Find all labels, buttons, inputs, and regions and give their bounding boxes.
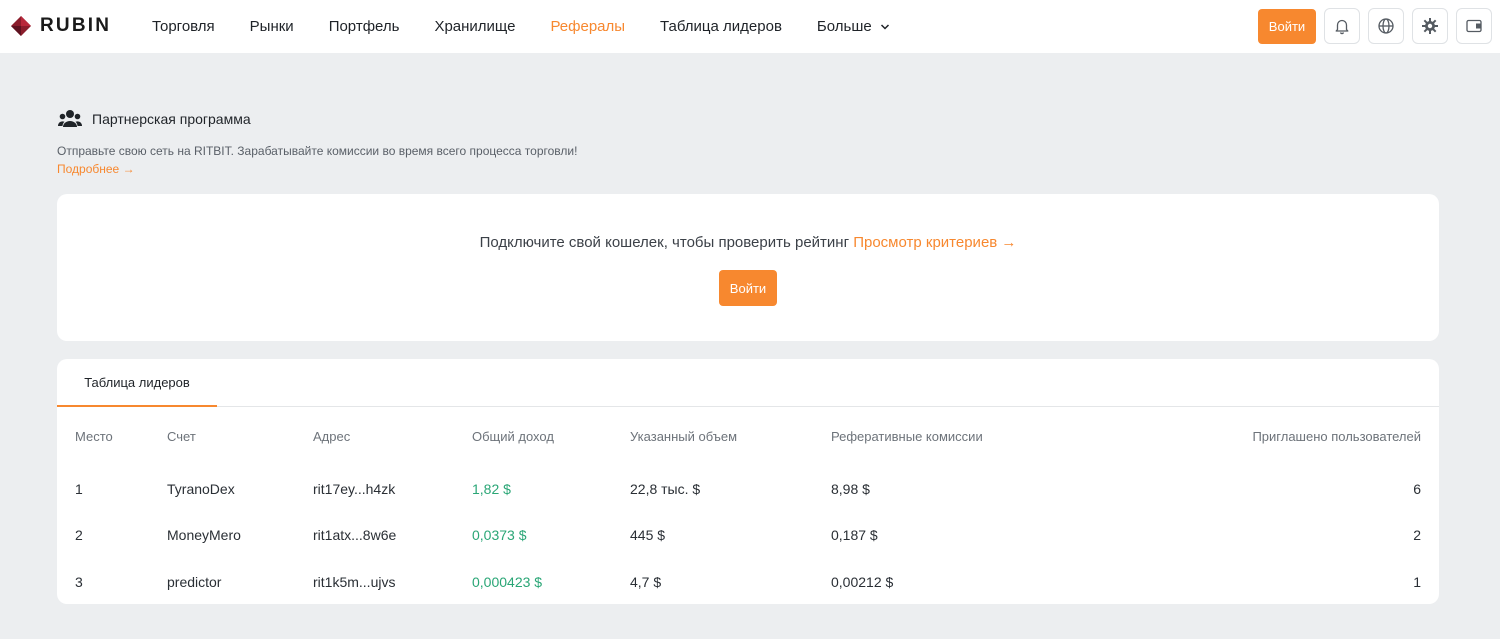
- nav-item-vault[interactable]: Хранилище: [434, 18, 515, 35]
- column-header-rank: Место: [75, 429, 113, 444]
- nav-item-more[interactable]: Больше: [817, 18, 890, 35]
- row-commissions: 0,187 $: [831, 527, 878, 543]
- users-group-icon: [58, 110, 82, 127]
- connect-wallet-message: Подключите свой кошелек, чтобы проверить…: [479, 234, 850, 251]
- row-income: 0,000423 $: [472, 574, 543, 590]
- row-rank: 3: [75, 574, 83, 590]
- connect-wallet-card: Подключите свой кошелек, чтобы проверить…: [57, 194, 1439, 341]
- row-address: rit17ey...h4zk: [313, 481, 396, 497]
- language-button[interactable]: [1368, 8, 1404, 44]
- connect-wallet-message-row: Подключите свой кошелек, чтобы проверить…: [57, 234, 1439, 251]
- view-criteria-link[interactable]: Просмотр критериев →: [853, 234, 1016, 251]
- row-invited: 6: [1413, 481, 1421, 497]
- nav-item-portfolio[interactable]: Портфель: [329, 18, 400, 35]
- wallet-icon: [1466, 19, 1482, 33]
- row-account: MoneyMero: [167, 527, 241, 543]
- row-address: rit1atx...8w6e: [313, 527, 397, 543]
- row-volume: 22,8 тыс. $: [630, 481, 701, 497]
- leaderboard-tabs: Таблица лидеров: [57, 359, 1439, 407]
- row-account: predictor: [167, 574, 222, 590]
- notifications-button[interactable]: [1324, 8, 1360, 44]
- column-header-total-income: Общий доход: [472, 429, 554, 444]
- tab-leaderboard[interactable]: Таблица лидеров: [57, 359, 217, 407]
- main-nav: Торговля Рынки Портфель Хранилище Рефера…: [152, 0, 925, 53]
- brand-name: RUBIN: [40, 15, 112, 36]
- row-address: rit1k5m...ujvs: [313, 574, 396, 590]
- leaderboard-card: Таблица лидеров Место Счет Адрес Общий д…: [57, 359, 1439, 604]
- nav-item-markets[interactable]: Рынки: [250, 18, 294, 35]
- column-header-volume: Указанный объем: [630, 429, 738, 444]
- row-rank: 2: [75, 527, 83, 543]
- learn-more-link[interactable]: Подробнее →: [57, 162, 135, 176]
- column-header-address: Адрес: [313, 429, 351, 444]
- nav-item-referrals[interactable]: Рефералы: [550, 18, 625, 35]
- row-commissions: 0,00212 $: [831, 574, 894, 590]
- row-invited: 1: [1413, 574, 1421, 590]
- row-volume: 4,7 $: [630, 574, 662, 590]
- row-commissions: 8,98 $: [831, 481, 870, 497]
- column-header-account: Счет: [167, 429, 196, 444]
- row-account: TyranoDex: [167, 481, 235, 497]
- affiliate-program-header: Партнерская программа: [58, 108, 251, 130]
- column-header-commissions: Реферативные комиссии: [831, 429, 983, 444]
- wallet-button[interactable]: [1456, 8, 1492, 44]
- gear-icon: [1422, 18, 1438, 34]
- row-income: 0,0373 $: [472, 527, 527, 543]
- nav-item-leaderboard[interactable]: Таблица лидеров: [660, 18, 782, 35]
- top-navigation-bar: RUBIN Торговля Рынки Портфель Хранилище …: [0, 0, 1500, 53]
- row-rank: 1: [75, 481, 83, 497]
- row-invited: 2: [1413, 527, 1421, 543]
- brand-logo[interactable]: RUBIN: [10, 15, 111, 37]
- diamond-logo-icon: [11, 16, 31, 36]
- chevron-down-icon: [880, 23, 889, 30]
- affiliate-program-description: Отправьте свою сеть на RITBIT. Зарабатыв…: [57, 144, 578, 158]
- column-header-invited: Приглашено пользователей: [1252, 429, 1421, 444]
- login-button-center[interactable]: Войти: [719, 270, 777, 306]
- nav-item-trading[interactable]: Торговля: [152, 18, 215, 35]
- login-button-top[interactable]: Войти: [1258, 8, 1316, 44]
- bell-icon: [1335, 19, 1349, 35]
- nav-more-label: Больше: [816, 18, 872, 35]
- row-volume: 445 $: [630, 527, 666, 543]
- globe-icon: [1378, 18, 1394, 34]
- affiliate-program-title: Партнерская программа: [92, 111, 251, 127]
- settings-button[interactable]: [1412, 8, 1448, 44]
- row-income: 1,82 $: [472, 481, 511, 497]
- top-right-actions: Войти: [1258, 8, 1492, 44]
